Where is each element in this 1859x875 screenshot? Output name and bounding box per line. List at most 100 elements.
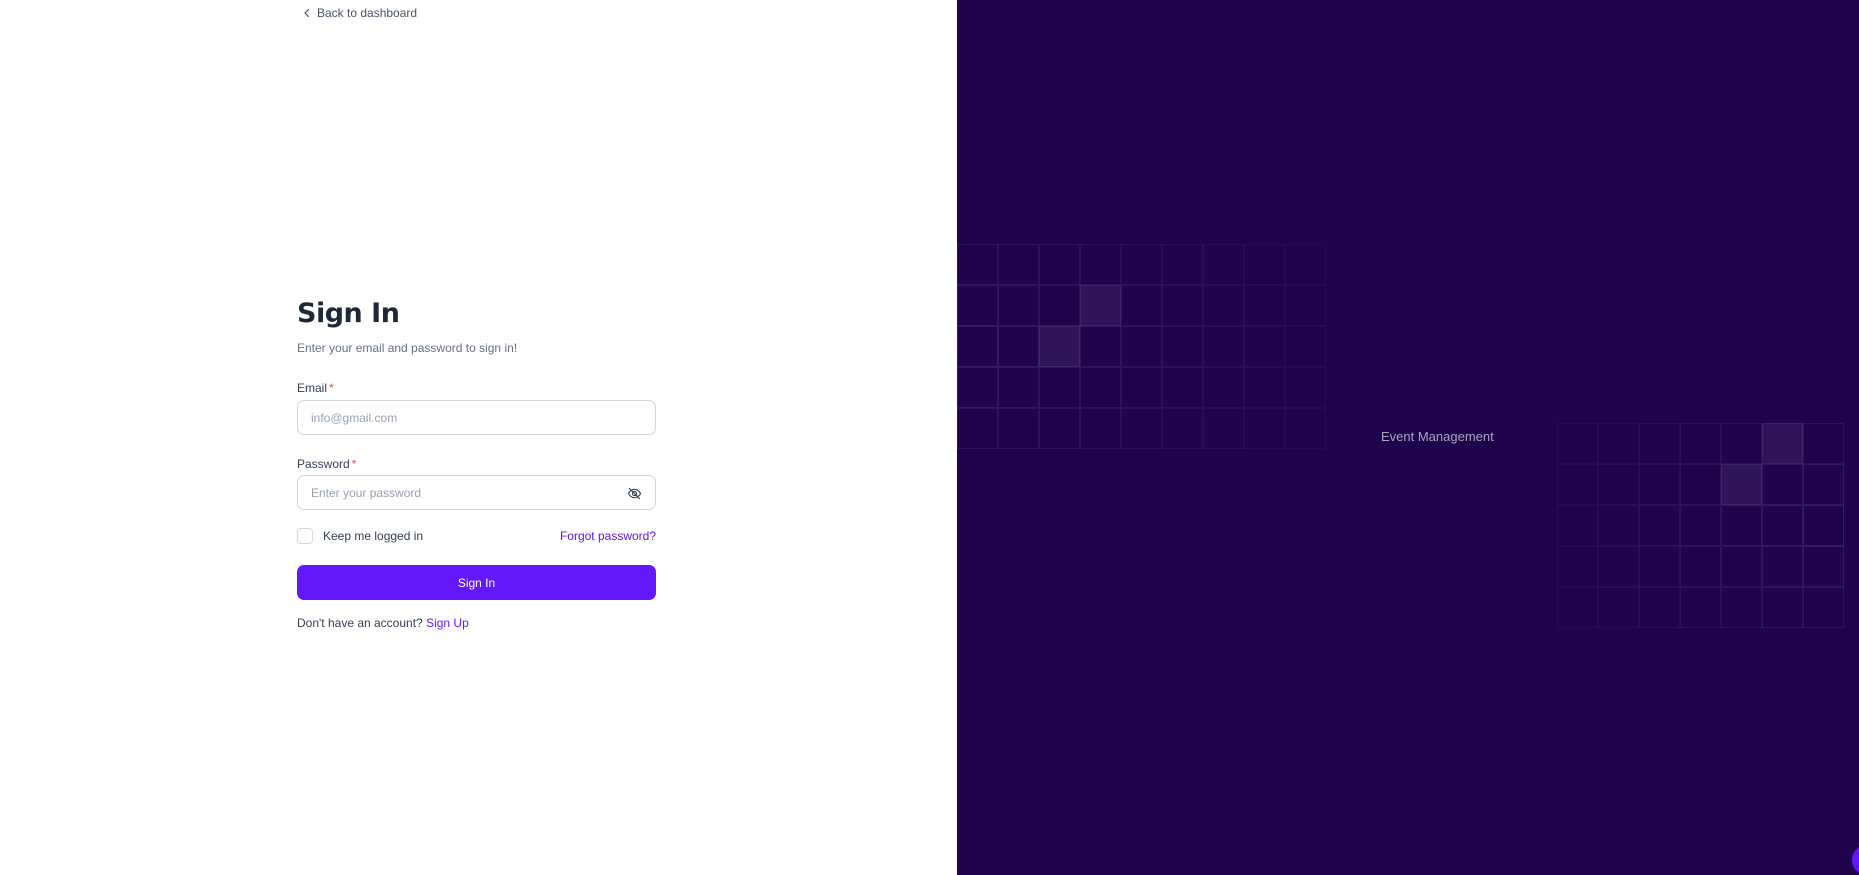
grid-cell — [1285, 408, 1326, 449]
keep-logged-in-group: Keep me logged in — [297, 528, 423, 544]
grid-cell — [1762, 464, 1803, 505]
grid-cell — [1039, 408, 1080, 449]
grid-cell — [1203, 285, 1244, 326]
grid-cell — [1162, 244, 1203, 285]
grid-cell — [1598, 505, 1639, 546]
grid-cell — [1557, 505, 1598, 546]
grid-cell — [1162, 285, 1203, 326]
grid-cell — [1121, 244, 1162, 285]
signup-prompt-text: Don't have an account? — [297, 616, 423, 630]
grid-cell — [1639, 423, 1680, 464]
grid-cell — [1203, 326, 1244, 367]
grid-cell — [1721, 505, 1762, 546]
grid-cell — [1598, 464, 1639, 505]
grid-cell — [998, 408, 1039, 449]
grid-cell — [1557, 587, 1598, 628]
grid-cell — [1203, 244, 1244, 285]
grid-cell — [1557, 423, 1598, 464]
grid-cell — [1680, 505, 1721, 546]
grid-cell — [1080, 244, 1121, 285]
grid-cell — [1680, 464, 1721, 505]
grid-cell — [1162, 408, 1203, 449]
grid-cell — [957, 244, 998, 285]
grid-cell — [1080, 367, 1121, 408]
password-label: Password * — [297, 456, 356, 472]
grid-cell — [1244, 367, 1285, 408]
grid-cell — [957, 285, 998, 326]
sign-up-link[interactable]: Sign Up — [426, 616, 469, 630]
grid-cell — [1039, 367, 1080, 408]
grid-cell — [1680, 546, 1721, 587]
sign-in-form: Sign In Enter your email and password to… — [297, 296, 656, 630]
grid-cell — [1803, 505, 1844, 546]
grid-cell — [1285, 367, 1326, 408]
grid-cell — [1285, 326, 1326, 367]
grid-cell — [998, 326, 1039, 367]
eye-off-icon[interactable] — [627, 486, 642, 501]
grid-cell — [1762, 423, 1803, 464]
grid-cell — [1203, 367, 1244, 408]
grid-cell — [998, 244, 1039, 285]
grid-cell — [1121, 408, 1162, 449]
grid-cell — [1680, 423, 1721, 464]
grid-cell — [1721, 546, 1762, 587]
chevron-left-icon — [304, 8, 310, 18]
grid-cell — [1762, 546, 1803, 587]
grid-cell — [1803, 423, 1844, 464]
email-field-wrapper — [297, 400, 656, 435]
grid-cell — [1598, 587, 1639, 628]
sign-in-button[interactable]: Sign In — [297, 565, 656, 600]
grid-cell — [1039, 326, 1080, 367]
grid-cell — [957, 408, 998, 449]
password-field[interactable] — [298, 476, 655, 509]
grid-cell — [1285, 244, 1326, 285]
back-link-label: Back to dashboard — [317, 6, 418, 20]
grid-cell — [1639, 505, 1680, 546]
keep-logged-in-label: Keep me logged in — [323, 529, 424, 543]
grid-cell — [1762, 505, 1803, 546]
grid-cell — [1639, 587, 1680, 628]
grid-cell — [957, 326, 998, 367]
grid-cell — [1803, 587, 1844, 628]
grid-cell — [1721, 464, 1762, 505]
grid-cell — [1121, 367, 1162, 408]
email-label: Email * — [297, 380, 334, 396]
grid-cell — [1721, 423, 1762, 464]
grid-cell — [998, 285, 1039, 326]
grid-cell — [998, 367, 1039, 408]
required-mark: * — [329, 381, 334, 395]
required-mark: * — [351, 457, 357, 471]
password-field-wrapper — [297, 475, 656, 510]
grid-cell — [1244, 408, 1285, 449]
grid-cell — [1121, 285, 1162, 326]
grid-cell — [1598, 546, 1639, 587]
brand-text: Event Management — [1381, 429, 1494, 444]
grid-cell — [1080, 408, 1121, 449]
password-label-text: Password — [297, 457, 350, 471]
forgot-password-link[interactable]: Forgot password? — [560, 529, 656, 543]
grid-cell — [1680, 587, 1721, 628]
grid-cell — [1639, 546, 1680, 587]
grid-cell — [1598, 423, 1639, 464]
grid-cell — [1244, 244, 1285, 285]
grid-cell — [1803, 546, 1844, 587]
page-title: Sign In — [297, 298, 400, 329]
grid-cell — [1557, 464, 1598, 505]
back-to-dashboard-link[interactable]: Back to dashboard — [301, 6, 417, 20]
sign-in-panel: Back to dashboard Sign In Enter your ema… — [0, 0, 957, 875]
remember-row: Keep me logged in Forgot password? — [297, 528, 656, 544]
grid-cell — [1762, 587, 1803, 628]
grid-cell — [1080, 326, 1121, 367]
keep-logged-in-checkbox[interactable] — [297, 528, 313, 544]
grid-cell — [1244, 326, 1285, 367]
page-subtitle: Enter your email and password to sign in… — [297, 341, 518, 355]
grid-cell — [1721, 587, 1762, 628]
grid-cell — [1039, 285, 1080, 326]
grid-cell — [1203, 408, 1244, 449]
grid-cell — [1639, 464, 1680, 505]
grid-cell — [1039, 244, 1080, 285]
grid-cell — [1285, 285, 1326, 326]
grid-cell — [1803, 464, 1844, 505]
grid-cell — [1121, 326, 1162, 367]
email-field[interactable] — [298, 401, 655, 434]
